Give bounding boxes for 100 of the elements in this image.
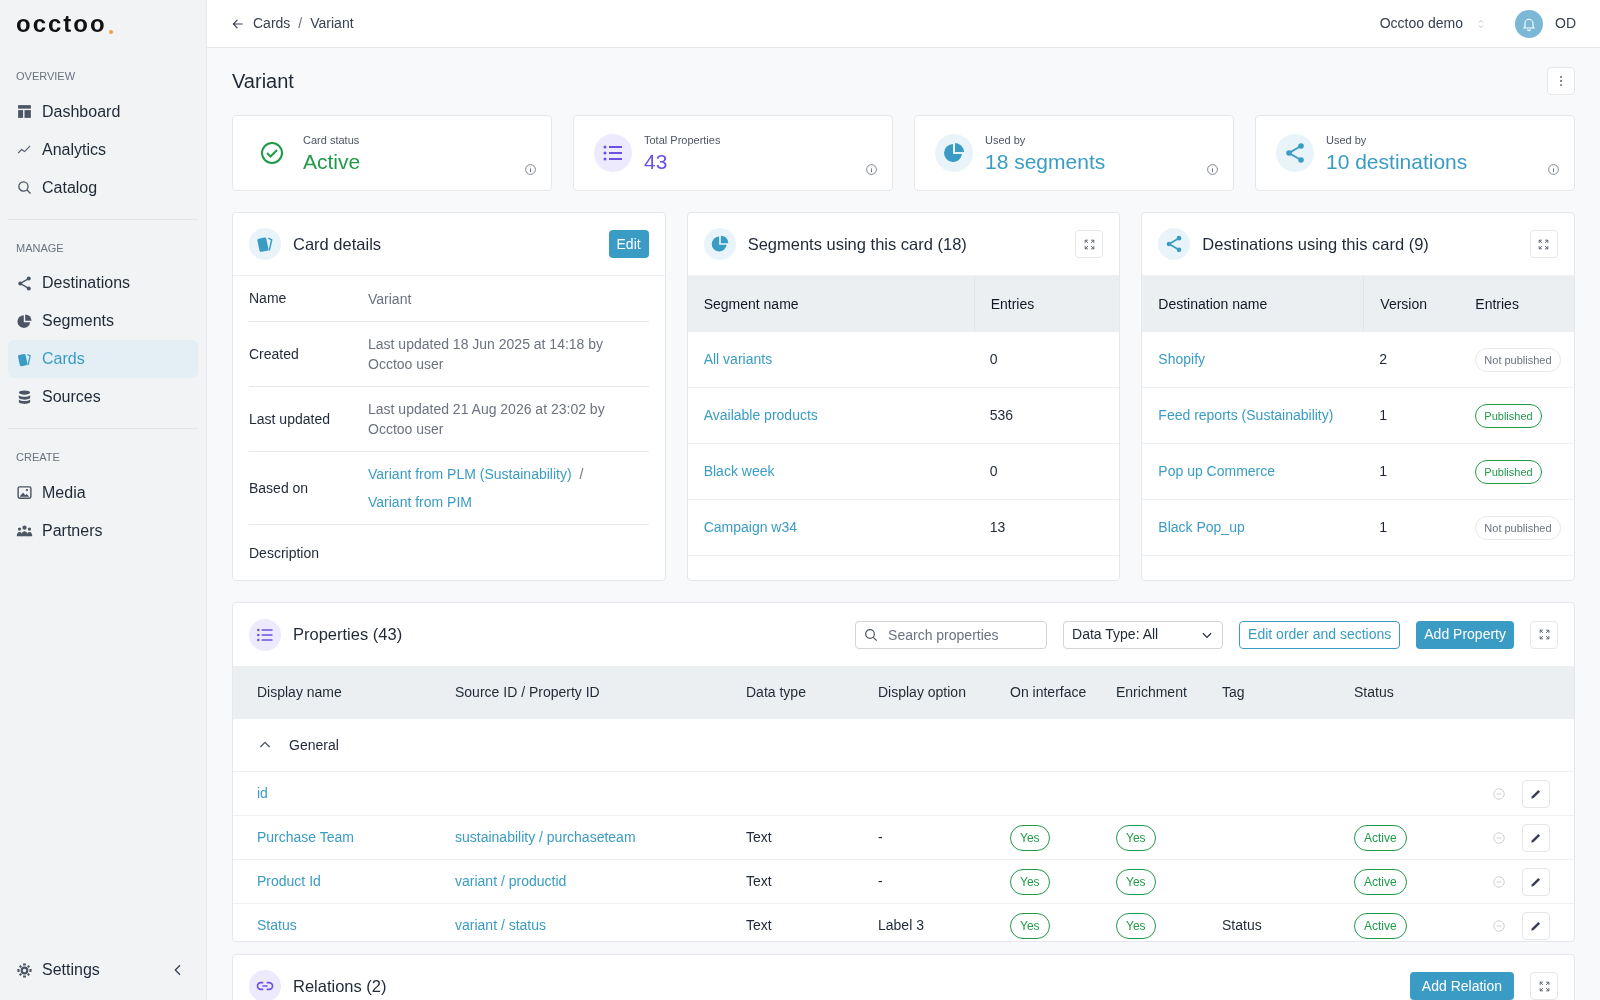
destination-link[interactable]: Feed reports (Sustainability) (1142, 405, 1364, 426)
expand-button[interactable] (1530, 620, 1558, 649)
logo[interactable]: occtoo (16, 12, 113, 36)
nav-item[interactable]: Catalog (8, 168, 198, 207)
field-label: Based on (249, 478, 310, 498)
panel-title: Card details (293, 233, 382, 255)
property-id-link[interactable]: variant / productid (455, 871, 567, 892)
stat-label: Used by (1326, 132, 1368, 148)
nav-item[interactable]: Analytics (8, 130, 198, 169)
column-header: Display name (257, 683, 343, 702)
stat-value: Active (303, 149, 361, 176)
settings-icon (16, 961, 33, 979)
nav-item[interactable]: Segments (8, 302, 198, 340)
segment-link[interactable]: All variants (687, 349, 974, 370)
table-cell-text: 1 (1378, 462, 1389, 481)
nav-item[interactable]: Dashboard (8, 92, 198, 131)
image-icon (16, 484, 33, 501)
edit-property-button[interactable] (1522, 867, 1550, 896)
settings-link[interactable]: Settings (16, 958, 100, 982)
source-link[interactable]: Variant from PIM (368, 492, 472, 512)
table-cell-text: 0 (988, 462, 999, 481)
section-toggle[interactable]: General (233, 719, 1574, 772)
expand-button[interactable] (1530, 972, 1558, 1000)
edit-property-button[interactable] (1522, 779, 1550, 808)
table-cell-text: Status (1222, 916, 1263, 935)
stat-value: 43 (644, 149, 669, 176)
panel-title: Destinations using this card (9) (1202, 233, 1429, 255)
table-cell-text: 13 (988, 518, 1007, 537)
destination-link[interactable]: Shopify (1142, 349, 1364, 370)
section-label: OVERVIEW (15, 69, 77, 84)
property-id-link[interactable]: variant / status (455, 915, 547, 936)
property-link[interactable]: Status (257, 915, 297, 936)
column-header: Destination name (1157, 294, 1269, 314)
expand-icon (1537, 628, 1551, 641)
add-property-button[interactable]: Add Property (1416, 620, 1514, 649)
info-icon (524, 163, 537, 176)
column-header: Version (1363, 276, 1460, 332)
dashboard-icon (16, 103, 33, 120)
add-relation-button[interactable]: Add Relation (1409, 972, 1514, 1000)
column-header: Entries (973, 276, 1120, 332)
minus-circle-icon (1492, 874, 1506, 889)
nav-item[interactable]: Media (8, 473, 198, 512)
database-icon (16, 388, 33, 406)
table-cell-text: - (878, 828, 884, 847)
share-icon (1283, 141, 1307, 165)
pie-chart-icon (16, 312, 33, 330)
edit-property-button[interactable] (1522, 911, 1550, 940)
pie-chart-icon (942, 141, 966, 165)
column-header: Entries (1474, 294, 1520, 314)
expand-icon (1082, 237, 1096, 251)
workspace-selector[interactable]: Occtoo demo (1379, 13, 1487, 34)
stat-label: Card status (303, 132, 361, 148)
pie-chart-icon (709, 234, 730, 254)
stat-value: 10 destinations (1326, 149, 1468, 176)
segment-link[interactable]: Campaign w34 (687, 517, 974, 538)
column-header: Data type (746, 683, 807, 702)
edit-property-button[interactable] (1522, 823, 1550, 852)
nav-item[interactable]: Destinations (8, 264, 198, 302)
property-link[interactable]: Purchase Team (257, 827, 354, 848)
column-header: On interface (1010, 683, 1088, 702)
minus-circle-icon (1492, 918, 1506, 933)
source-link[interactable]: Variant from PLM (Sustainability) (368, 464, 572, 484)
user-initials[interactable]: OD (1555, 13, 1576, 34)
expand-button[interactable] (1075, 230, 1104, 258)
edit-button[interactable]: Edit (608, 230, 649, 258)
property-id-link[interactable]: sustainability / purchaseteam (455, 827, 636, 848)
field-label: Last updated (249, 409, 331, 429)
table-cell-text: 1 (1378, 406, 1389, 425)
column-header: Enrichment (1116, 683, 1188, 702)
expand-icon (1537, 237, 1551, 251)
destination-link[interactable]: Black Pop_up (1142, 517, 1364, 538)
nav-item[interactable]: Sources (8, 378, 198, 416)
breadcrumb-link[interactable]: Cards (253, 13, 291, 34)
table-cell-text: 2 (1378, 350, 1389, 369)
table-cell-text: 536 (988, 406, 1014, 425)
nav-item[interactable]: Partners (8, 511, 198, 550)
property-link[interactable]: Product Id (257, 871, 321, 892)
field-label: Created (249, 344, 300, 364)
table-cell-text: Text (746, 916, 773, 935)
field-value: Variant (368, 289, 412, 309)
search-field[interactable]: Search properties (855, 620, 1048, 649)
destination-link[interactable]: Pop up Commerce (1142, 461, 1364, 482)
info-icon (1547, 163, 1560, 176)
segment-link[interactable]: Black week (687, 461, 974, 482)
column-header: Source ID / Property ID (455, 683, 601, 702)
breadcrumb-link[interactable]: Variant (310, 13, 354, 34)
section-label: CREATE (15, 450, 61, 465)
table-cell-text: Text (746, 872, 773, 891)
stat-value: 18 segments (985, 149, 1106, 176)
share-icon (16, 274, 33, 292)
panel-title: Properties (43) (293, 624, 403, 646)
data-type-dropdown[interactable]: Data Type: All (1063, 620, 1224, 649)
segment-link[interactable]: Available products (687, 405, 974, 426)
property-link[interactable]: id (257, 783, 268, 804)
column-header: Status (1354, 683, 1395, 702)
nav-item[interactable]: Cards (8, 340, 198, 378)
table-cell-text: Label 3 (878, 916, 925, 935)
expand-button[interactable] (1530, 230, 1558, 258)
edit-order-button[interactable]: Edit order and sections (1239, 620, 1401, 649)
minus-circle-icon (1492, 830, 1506, 845)
